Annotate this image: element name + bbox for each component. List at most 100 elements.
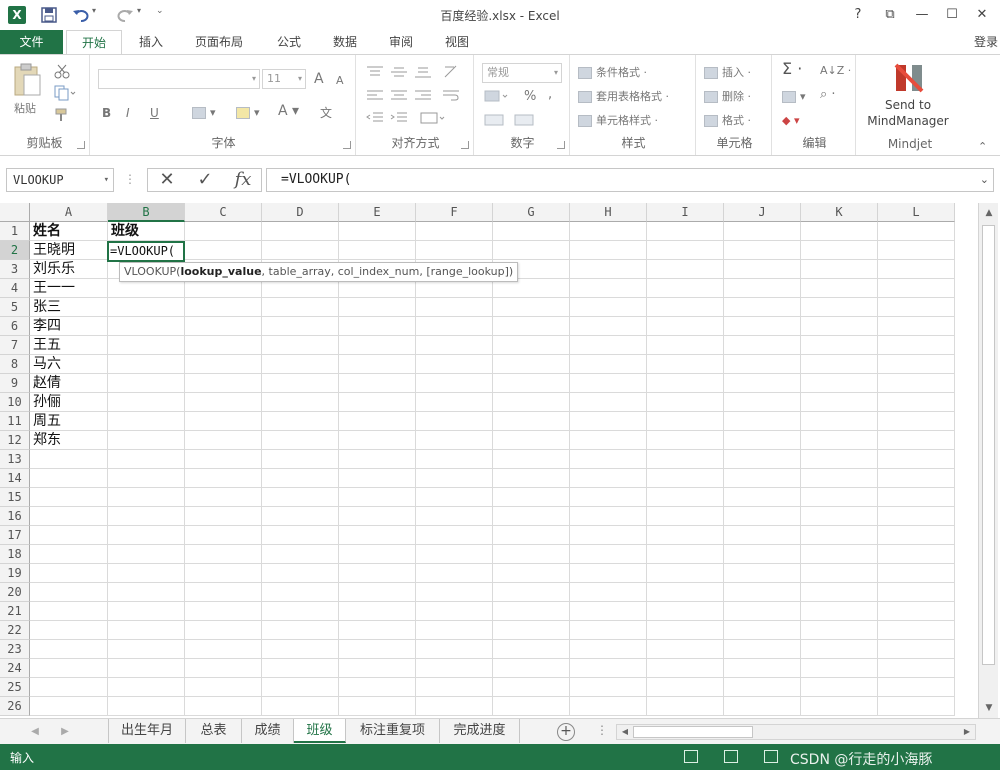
cell-k8[interactable] [801,355,878,374]
minimize-button[interactable]: — [910,4,934,26]
cell-a7[interactable]: 王五 [30,336,108,355]
normal-view-icon[interactable] [684,750,698,763]
cell-e19[interactable] [339,564,416,583]
cell-l15[interactable] [878,488,955,507]
cell-a10[interactable]: 孙俪 [30,393,108,412]
cell-e16[interactable] [339,507,416,526]
cell-g7[interactable] [493,336,570,355]
cell-j24[interactable] [724,659,801,678]
cell-l9[interactable] [878,374,955,393]
fill-button[interactable]: ▾ [782,89,806,105]
next-sheet-icon[interactable]: ▶ [58,723,72,741]
cell-d10[interactable] [262,393,339,412]
horizontal-scrollbar[interactable]: ◀ ▶ [616,724,976,740]
row-header-9[interactable]: 9 [0,374,30,393]
cell-f20[interactable] [416,583,493,602]
cell-a8[interactable]: 马六 [30,355,108,374]
increase-indent-icon[interactable] [390,111,408,128]
cell-d16[interactable] [262,507,339,526]
row-header-26[interactable]: 26 [0,697,30,716]
cell-e14[interactable] [339,469,416,488]
cell-f13[interactable] [416,450,493,469]
cell-d15[interactable] [262,488,339,507]
sheet-tab-class[interactable]: 班级 [294,719,346,743]
formula-bar-grip-icon[interactable]: ⋮ [124,172,136,186]
tab-formulas[interactable]: 公式 [266,30,312,54]
cell-e24[interactable] [339,659,416,678]
cell-k7[interactable] [801,336,878,355]
row-header-14[interactable]: 14 [0,469,30,488]
cell-h7[interactable] [570,336,647,355]
cell-h8[interactable] [570,355,647,374]
cell-h19[interactable] [570,564,647,583]
cell-j7[interactable] [724,336,801,355]
grow-font-button[interactable]: A [314,71,324,87]
cell-i14[interactable] [647,469,724,488]
cell-h20[interactable] [570,583,647,602]
cell-l11[interactable] [878,412,955,431]
cell-c11[interactable] [185,412,262,431]
cell-h17[interactable] [570,526,647,545]
cell-h5[interactable] [570,298,647,317]
cell-j2[interactable] [724,241,801,260]
cell-i4[interactable] [647,279,724,298]
cell-c7[interactable] [185,336,262,355]
cell-d5[interactable] [262,298,339,317]
cell-d9[interactable] [262,374,339,393]
cell-g17[interactable] [493,526,570,545]
cell-i9[interactable] [647,374,724,393]
cell-f24[interactable] [416,659,493,678]
cell-b25[interactable] [108,678,185,697]
cancel-formula-button[interactable]: ✕ [152,170,182,190]
row-header-23[interactable]: 23 [0,640,30,659]
cell-h25[interactable] [570,678,647,697]
cell-c25[interactable] [185,678,262,697]
cell-k2[interactable] [801,241,878,260]
scroll-down-icon[interactable]: ▼ [982,701,996,715]
cell-d21[interactable] [262,602,339,621]
cell-a2[interactable]: 王晓明 [30,241,108,260]
cell-e21[interactable] [339,602,416,621]
cell-c18[interactable] [185,545,262,564]
row-header-7[interactable]: 7 [0,336,30,355]
cell-f16[interactable] [416,507,493,526]
cell-h12[interactable] [570,431,647,450]
tooltip-current-argument[interactable]: lookup_value [180,265,261,278]
cell-a1[interactable]: 姓名 [30,222,108,241]
cell-d25[interactable] [262,678,339,697]
cell-b26[interactable] [108,697,185,716]
cell-k10[interactable] [801,393,878,412]
cell-a17[interactable] [30,526,108,545]
active-cell-b2[interactable]: =VLOOKUP( [107,241,185,262]
cell-i1[interactable] [647,222,724,241]
cell-k19[interactable] [801,564,878,583]
cell-d8[interactable] [262,355,339,374]
cell-f7[interactable] [416,336,493,355]
cell-i21[interactable] [647,602,724,621]
cell-e12[interactable] [339,431,416,450]
cell-c21[interactable] [185,602,262,621]
top-align-icon[interactable] [366,65,384,82]
cell-i18[interactable] [647,545,724,564]
decrease-indent-icon[interactable] [366,111,384,128]
cell-c6[interactable] [185,317,262,336]
cell-k11[interactable] [801,412,878,431]
cell-g13[interactable] [493,450,570,469]
fill-color-icon[interactable]: ▾ [236,105,260,121]
cell-c8[interactable] [185,355,262,374]
cell-h2[interactable] [570,241,647,260]
cell-g22[interactable] [493,621,570,640]
cell-d13[interactable] [262,450,339,469]
cell-f8[interactable] [416,355,493,374]
cell-f14[interactable] [416,469,493,488]
cell-e8[interactable] [339,355,416,374]
cell-g10[interactable] [493,393,570,412]
cell-k25[interactable] [801,678,878,697]
cell-a19[interactable] [30,564,108,583]
cell-j4[interactable] [724,279,801,298]
paste-button[interactable]: 粘贴 [14,101,36,117]
cell-f18[interactable] [416,545,493,564]
number-format-combo[interactable]: 常规 ▾ [482,63,562,83]
cell-j8[interactable] [724,355,801,374]
cell-j26[interactable] [724,697,801,716]
